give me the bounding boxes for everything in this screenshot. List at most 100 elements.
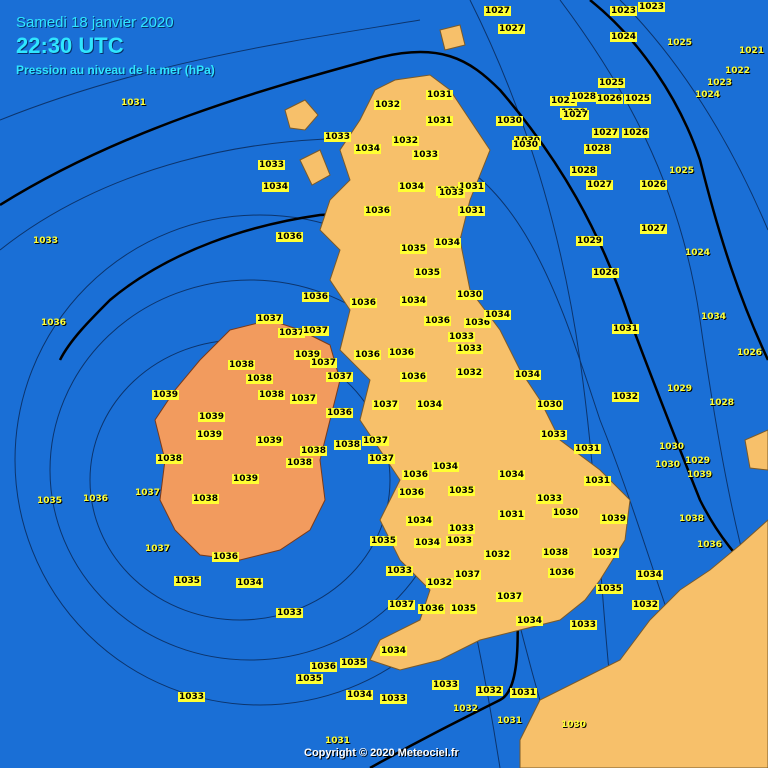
- map-subtitle: Pression au niveau de la mer (hPa): [16, 63, 215, 77]
- pressure-value-label: 1027: [640, 224, 668, 234]
- pressure-value-label: 1035: [400, 244, 428, 254]
- pressure-value-label: 1030: [561, 720, 587, 730]
- pressure-value-label: 1033: [324, 132, 352, 142]
- pressure-value-label: 1038: [156, 454, 184, 464]
- pressure-value-label: 1034: [354, 144, 382, 154]
- pressure-value-label: 1037: [145, 544, 171, 554]
- pressure-value-label: 1034: [400, 296, 428, 306]
- pressure-value-label: 1028: [584, 144, 612, 154]
- pressure-value-label: 1034: [636, 570, 664, 580]
- pressure-value-label: 1029: [685, 456, 711, 466]
- pressure-value-label: 1035: [448, 486, 476, 496]
- pressure-value-label: 1037: [278, 328, 306, 338]
- pressure-value-label: 1036: [212, 552, 240, 562]
- pressure-value-label: 1023: [610, 6, 638, 16]
- pressure-value-label: 1033: [276, 608, 304, 618]
- pressure-value-label: 1031: [426, 116, 454, 126]
- pressure-value-label: 1031: [121, 98, 147, 108]
- pressure-value-label: 1027: [562, 110, 590, 120]
- pressure-value-label: 1032: [426, 578, 454, 588]
- pressure-value-label: 1024: [610, 32, 638, 42]
- pressure-value-label: 1034: [516, 616, 544, 626]
- pressure-value-label: 1031: [325, 736, 351, 746]
- pressure-value-label: 1037: [326, 372, 354, 382]
- pressure-value-label: 1034: [414, 538, 442, 548]
- pressure-value-label: 1036: [83, 494, 109, 504]
- pressure-value-label: 1031: [498, 510, 526, 520]
- pressure-value-label: 1033: [380, 694, 408, 704]
- pressure-value-label: 1036: [276, 232, 304, 242]
- pressure-value-label: 1036: [302, 292, 330, 302]
- pressure-value-label: 1033: [448, 332, 476, 342]
- pressure-value-label: 1035: [450, 604, 478, 614]
- pressure-value-label: 1031: [426, 90, 454, 100]
- pressure-value-label: 1037: [302, 326, 330, 336]
- pressure-value-label: 1037: [372, 400, 400, 410]
- pressure-value-label: 1034: [398, 182, 426, 192]
- pressure-value-label: 1036: [697, 540, 723, 550]
- pressure-value-label: 1038: [228, 360, 256, 370]
- pressure-value-label: 1026: [640, 180, 668, 190]
- pressure-value-label: 1026: [737, 348, 763, 358]
- pressure-value-label: 1030: [655, 460, 681, 470]
- pressure-value-label: 1033: [456, 344, 484, 354]
- pressure-value-label: 1038: [300, 446, 328, 456]
- pressure-value-label: 1034: [484, 310, 512, 320]
- pressure-value-label: 1039: [232, 474, 260, 484]
- pressure-value-label: 1028: [709, 398, 735, 408]
- pressure-value-label: 1034: [434, 238, 462, 248]
- pressure-value-label: 1025: [667, 38, 693, 48]
- pressure-value-label: 1036: [388, 348, 416, 358]
- pressure-value-label: 1027: [484, 6, 512, 16]
- pressure-value-label: 1026: [592, 268, 620, 278]
- pressure-value-label: 1036: [548, 568, 576, 578]
- pressure-value-label: 1027: [498, 24, 526, 34]
- pressure-value-label: 1035: [596, 584, 624, 594]
- pressure-value-label: 1023: [638, 2, 666, 12]
- pressure-value-label: 1033: [386, 566, 414, 576]
- pressure-value-label: 1034: [406, 516, 434, 526]
- pressure-value-label: 1030: [456, 290, 484, 300]
- pressure-value-label: 1024: [685, 248, 711, 258]
- pressure-value-label: 1034: [380, 646, 408, 656]
- pressure-value-label: 1030: [536, 400, 564, 410]
- pressure-value-label: 1025: [598, 78, 626, 88]
- pressure-value-label: 1037: [454, 570, 482, 580]
- copyright: Copyright © 2020 Meteociel.fr: [304, 747, 459, 759]
- pressure-value-label: 1033: [536, 494, 564, 504]
- pressure-value-label: 1033: [412, 150, 440, 160]
- pressure-value-label: 1036: [402, 470, 430, 480]
- pressure-value-label: 1039: [196, 430, 224, 440]
- pressure-value-label: 1037: [310, 358, 338, 368]
- pressure-value-label: 1036: [41, 318, 67, 328]
- pressure-value-label: 1037: [135, 488, 161, 498]
- pressure-value-label: 1037: [388, 600, 416, 610]
- pressure-value-label: 1038: [679, 514, 705, 524]
- pressure-value-label: 1036: [400, 372, 428, 382]
- pressure-value-label: 1031: [510, 688, 538, 698]
- pressure-value-label: 1036: [418, 604, 446, 614]
- pressure-value-label: 1038: [246, 374, 274, 384]
- pressure-value-label: 1035: [340, 658, 368, 668]
- pressure-value-label: 1032: [453, 704, 479, 714]
- pressure-value-label: 1027: [586, 180, 614, 190]
- pressure-value-label: 1026: [622, 128, 650, 138]
- pressure-value-label: 1033: [178, 692, 206, 702]
- pressure-value-label: 1031: [497, 716, 523, 726]
- pressure-value-label: 1038: [334, 440, 362, 450]
- pressure-value-label: 1032: [476, 686, 504, 696]
- pressure-value-label: 1030: [552, 508, 580, 518]
- pressure-value-label: 1034: [416, 400, 444, 410]
- pressure-value-label: 1031: [612, 324, 640, 334]
- pressure-value-label: 1039: [600, 514, 628, 524]
- pressure-value-label: 1029: [576, 236, 604, 246]
- pressure-value-label: 1038: [286, 458, 314, 468]
- pressure-value-label: 1039: [256, 436, 284, 446]
- pressure-value-label: 1036: [350, 298, 378, 308]
- pressure-value-label: 1033: [258, 160, 286, 170]
- pressure-value-label: 1037: [368, 454, 396, 464]
- pressure-value-label: 1033: [540, 430, 568, 440]
- pressure-value-label: 1025: [669, 166, 695, 176]
- pressure-value-label: 1033: [448, 524, 476, 534]
- pressure-value-label: 1032: [392, 136, 420, 146]
